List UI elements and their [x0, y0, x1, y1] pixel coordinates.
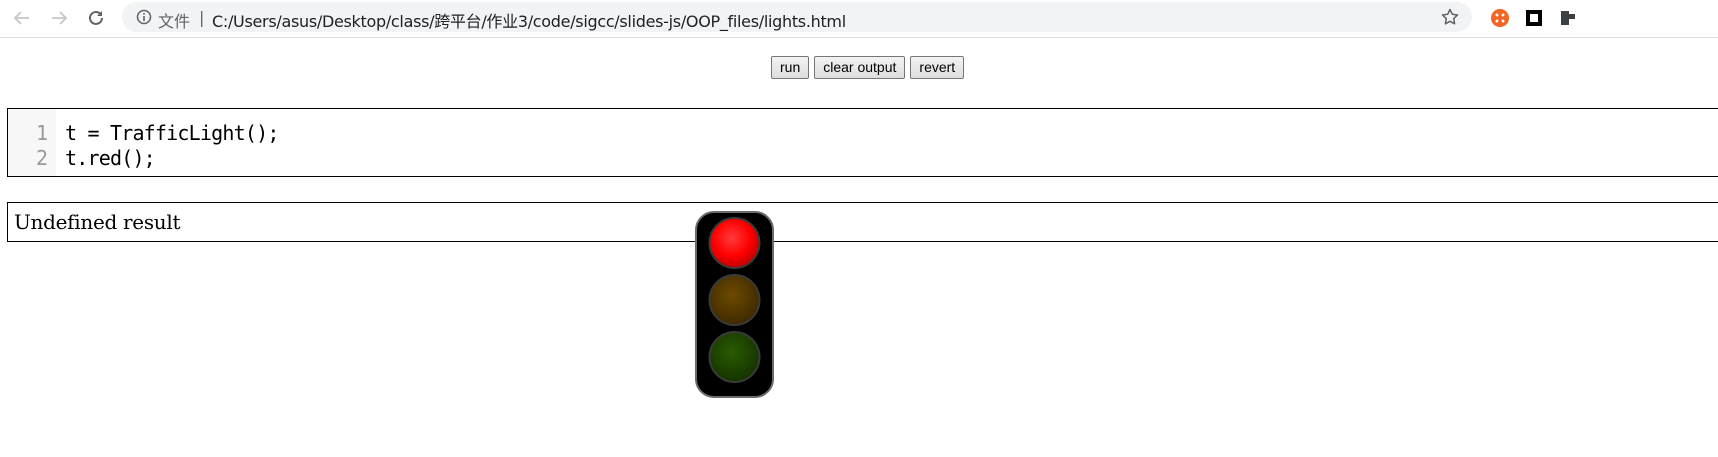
address-bar[interactable]: 文件 | C:/Users/asus/Desktop/class/跨平台/作业3…: [122, 2, 1472, 32]
action-buttons: run clear output revert: [771, 56, 965, 79]
traffic-light: [695, 211, 774, 398]
forward-arrow-icon[interactable]: [44, 3, 74, 33]
back-arrow-icon[interactable]: [7, 3, 37, 33]
amber-lamp: [708, 274, 761, 326]
line-number: 1: [35, 121, 48, 145]
code-line[interactable]: t = TrafficLight();: [65, 121, 279, 145]
output-panel: Undefined result: [7, 202, 1718, 242]
star-icon[interactable]: [1440, 7, 1460, 27]
line-number: 2: [35, 146, 48, 170]
green-lamp: [708, 331, 761, 383]
url-separator: |: [199, 8, 205, 27]
browser-toolbar: 文件 | C:/Users/asus/Desktop/class/跨平台/作业3…: [0, 0, 1718, 38]
run-button[interactable]: run: [771, 56, 810, 79]
output-text: Undefined result: [14, 210, 181, 234]
square-extension-icon[interactable]: [1522, 6, 1546, 30]
red-lamp: [708, 217, 761, 269]
code-editor[interactable]: 1 2 t = TrafficLight(); t.red();: [7, 108, 1718, 177]
url-text[interactable]: C:/Users/asus/Desktop/class/跨平台/作业3/code…: [212, 8, 846, 32]
code-line[interactable]: t.red();: [65, 146, 156, 170]
puzzle-extension-icon[interactable]: [1556, 6, 1580, 30]
scheme-label: 文件: [158, 12, 191, 31]
revert-button[interactable]: revert: [910, 56, 965, 79]
clear-output-button[interactable]: clear output: [814, 56, 906, 79]
info-icon[interactable]: [136, 9, 152, 25]
reload-icon[interactable]: [81, 3, 111, 33]
orange-extension-icon[interactable]: [1488, 6, 1512, 30]
